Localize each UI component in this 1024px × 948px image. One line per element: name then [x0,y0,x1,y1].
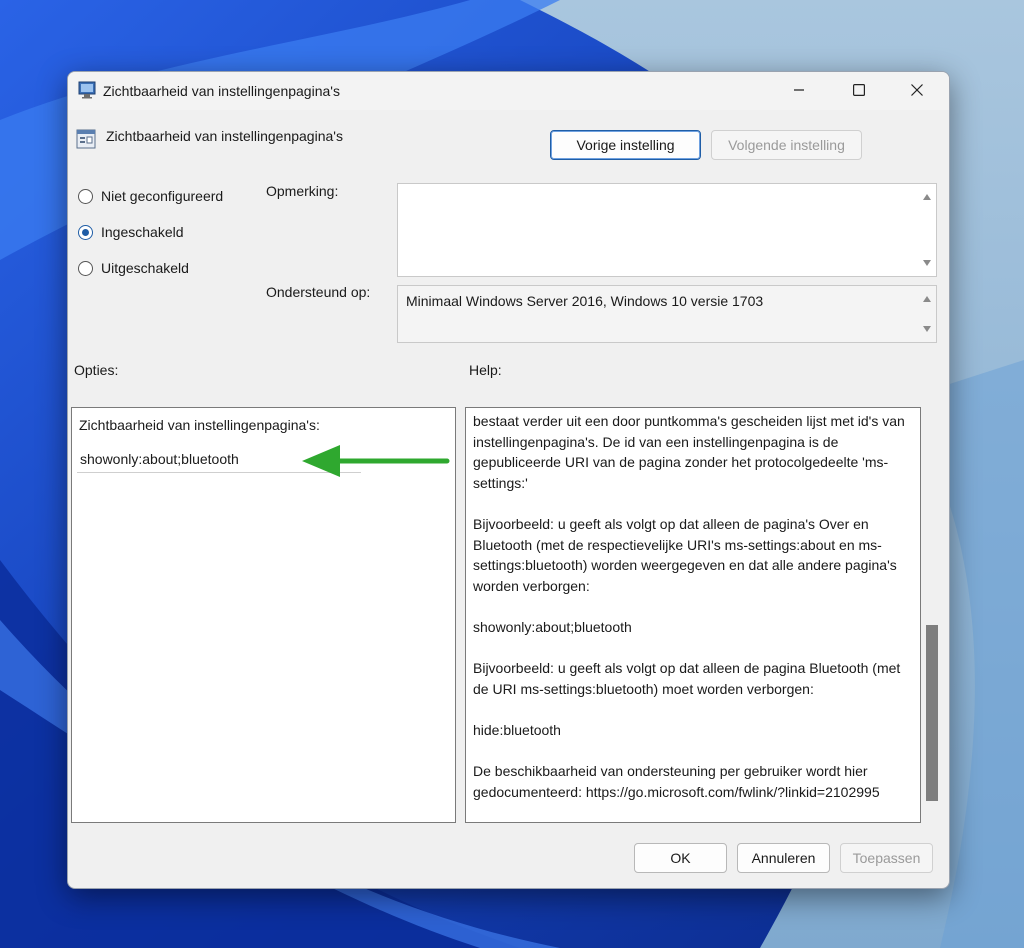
radio-enabled[interactable]: Ingeschakeld [78,224,184,240]
close-icon [911,84,923,96]
help-paragraph: showonly:about;bluetooth [473,618,632,635]
ok-button[interactable]: OK [634,843,727,873]
maximize-icon [853,84,865,96]
policy-dialog: Zichtbaarheid van instellingenpagina's Z… [67,71,950,889]
comment-scrollbar[interactable] [919,184,936,276]
radio-label: Uitgeschakeld [101,260,189,276]
close-button[interactable] [894,72,940,108]
supported-label: Ondersteund op: [266,284,371,300]
help-paragraph: De beschikbaarheid van ondersteuning per… [473,763,880,800]
help-panel: bestaat verder uit een door puntkomma's … [465,407,921,823]
help-paragraph: Bijvoorbeeld: u geeft als volgt op dat a… [473,515,897,594]
maximize-button[interactable] [836,72,882,108]
supported-value: Minimaal Windows Server 2016, Windows 10… [406,293,764,309]
title-bar: Zichtbaarheid van instellingenpagina's [68,72,949,110]
previous-setting-button[interactable]: Vorige instelling [550,130,701,160]
options-panel: Zichtbaarheid van instellingenpagina's: [71,407,456,823]
radio-label: Ingeschakeld [101,224,184,240]
apply-button[interactable]: Toepassen [840,843,933,873]
minimize-icon [794,89,804,91]
comment-textarea[interactable] [397,183,937,277]
help-text: bestaat verder uit een door puntkomma's … [473,411,918,822]
supported-on-field: Minimaal Windows Server 2016, Windows 10… [397,285,937,343]
radio-not-configured[interactable]: Niet geconfigureerd [78,188,223,204]
help-paragraph: hide:bluetooth [473,721,561,738]
radio-circle[interactable] [78,260,93,276]
scroll-down-icon[interactable] [923,260,931,266]
scroll-down-icon[interactable] [923,326,931,332]
policy-title: Zichtbaarheid van instellingenpagina's [106,128,343,144]
comment-label: Opmerking: [266,183,339,199]
radio-circle[interactable] [78,188,93,204]
scroll-up-icon[interactable] [923,194,931,200]
help-heading: Help: [469,362,502,378]
help-paragraph: Bijvoorbeeld: u geeft als volgt op dat a… [473,660,901,697]
window-title: Zichtbaarheid van instellingenpagina's [103,83,340,99]
help-paragraph: bestaat verder uit een door puntkomma's … [473,413,905,491]
radio-label: Niet geconfigureerd [101,188,224,204]
radio-disabled[interactable]: Uitgeschakeld [78,260,189,276]
group-policy-app-icon [78,81,96,99]
scroll-up-icon[interactable] [923,296,931,302]
options-field-label: Zichtbaarheid van instellingenpagina's: [79,417,320,433]
radio-circle[interactable] [78,224,93,240]
help-scrollbar-thumb[interactable] [926,625,938,801]
supported-scrollbar[interactable] [919,286,936,342]
minimize-button[interactable] [776,72,822,108]
options-heading: Opties: [74,362,119,378]
green-arrow-icon [302,445,450,477]
next-setting-button[interactable]: Volgende instelling [711,130,862,160]
cancel-button[interactable]: Annuleren [737,843,830,873]
policy-setting-icon [76,129,96,149]
